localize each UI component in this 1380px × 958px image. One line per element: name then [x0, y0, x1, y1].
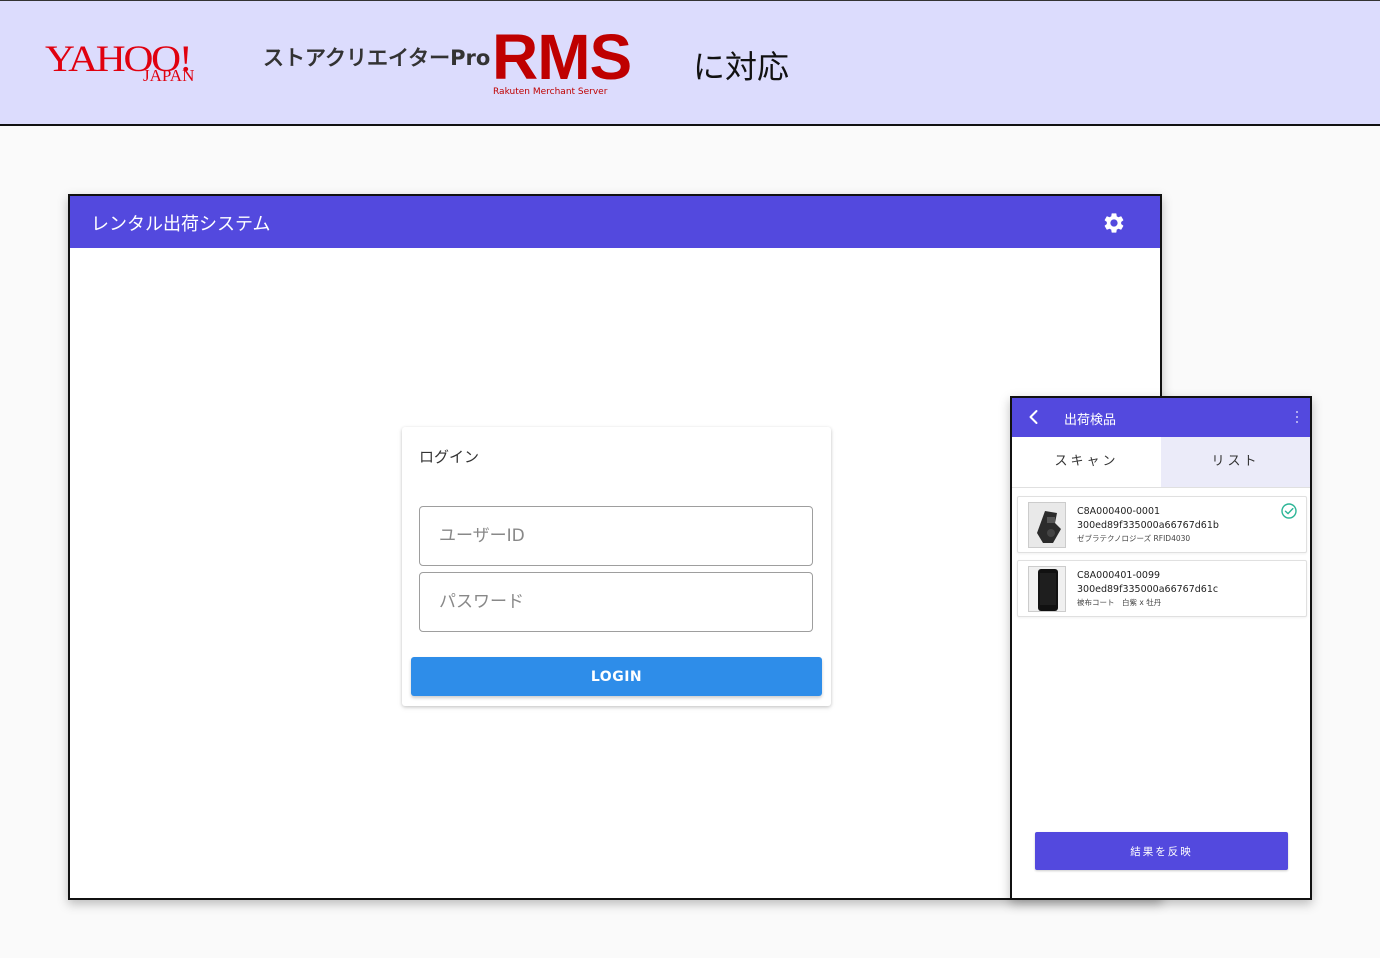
apply-results-button[interactable]: 結果を反映 [1035, 832, 1288, 870]
user-id-field[interactable] [419, 506, 813, 566]
app-title: レンタル出荷システム [91, 214, 271, 235]
compat-text: に対応 [693, 48, 790, 86]
top-banner: YAHOO! JAPAN ストアクリエイターPro RMS Rakuten Me… [0, 0, 1380, 126]
rms-logo: RMS Rakuten Merchant Server [492, 25, 632, 101]
tab-list[interactable]: リスト [1161, 437, 1310, 487]
list-item[interactable]: C8A000400-0001 300ed89f335000a66767d61b … [1017, 496, 1307, 553]
login-title: ログイン [419, 448, 480, 466]
phone-app-window: 出荷検品 スキャン リスト C8A000400-0001 300ed89f335… [1010, 396, 1312, 900]
phone-screen-title: 出荷検品 [1064, 413, 1117, 428]
password-field[interactable] [419, 572, 813, 632]
login-button[interactable]: LOGIN [411, 657, 822, 696]
item-tag-id: 300ed89f335000a66767d61c [1077, 584, 1219, 595]
list-item[interactable]: C8A000401-0099 300ed89f335000a66767d61c … [1017, 560, 1307, 617]
phone-app-bar: 出荷検品 [1012, 398, 1310, 437]
desktop-app-bar: レンタル出荷システム [70, 196, 1160, 248]
item-code: C8A000401-0099 [1077, 570, 1161, 581]
item-code: C8A000400-0001 [1077, 506, 1161, 517]
phone-tabs: スキャン リスト [1012, 437, 1310, 488]
rms-logo-sub: Rakuten Merchant Server [493, 87, 608, 97]
item-name: 被布コート 白紫 x 牡丹 [1077, 598, 1162, 607]
tab-scan[interactable]: スキャン [1012, 437, 1161, 487]
chevron-left-icon[interactable] [1024, 407, 1044, 427]
user-id-input[interactable] [420, 507, 812, 565]
more-vert-icon[interactable] [1294, 409, 1300, 425]
rms-logo-text: RMS [492, 21, 632, 93]
item-name: ゼブラテクノロジーズ RFID4030 [1077, 534, 1191, 543]
store-creator-label: ストアクリエイターPro [263, 46, 491, 70]
item-tag-id: 300ed89f335000a66767d61b [1077, 520, 1219, 531]
yahoo-logo-japan: JAPAN [143, 66, 195, 85]
desktop-app-window: レンタル出荷システム ログイン LOGIN [68, 194, 1162, 900]
phone-image [1028, 566, 1066, 612]
check-circle-icon [1281, 503, 1297, 519]
gear-icon[interactable] [1102, 211, 1126, 235]
password-input[interactable] [420, 573, 812, 631]
login-card: ログイン LOGIN [402, 427, 831, 706]
scanner-image [1028, 502, 1066, 548]
